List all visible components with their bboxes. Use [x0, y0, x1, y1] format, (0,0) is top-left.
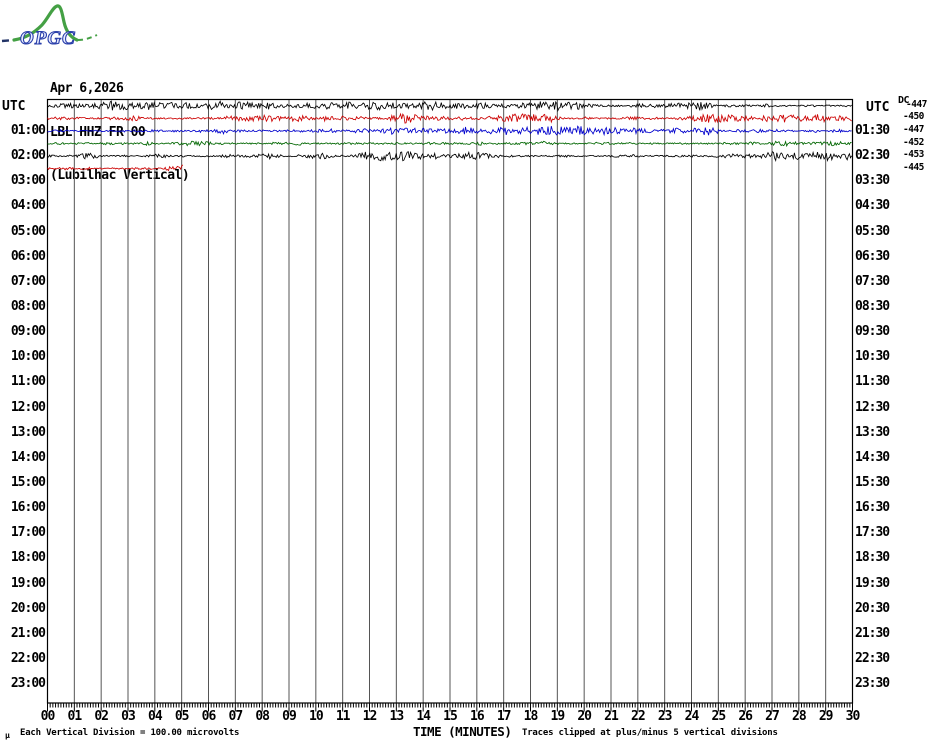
x-tick-label: 26 [738, 709, 753, 724]
minute-gridlines [73, 99, 827, 703]
dc-value: -445 [903, 161, 924, 173]
hour-label-left: 12:00 [10, 399, 46, 415]
hour-label-left: 17:00 [10, 525, 46, 541]
helicorder-plot [46, 98, 854, 712]
clip-note: Traces clipped at plus/minus 5 vertical … [522, 728, 778, 738]
dc-value: -452 [903, 136, 924, 148]
hour-label-left: 06:00 [10, 248, 46, 264]
x-tick-label: 10 [309, 709, 324, 724]
dc-value: -450 [903, 111, 924, 123]
hour-label-left: 03:00 [10, 173, 46, 189]
hour-label-right: 15:30 [855, 474, 890, 490]
x-tick-label: 27 [765, 709, 780, 724]
hour-label-left: 15:00 [10, 474, 46, 490]
dc-value: -447 [903, 123, 924, 135]
micro-symbol: µ [5, 731, 10, 740]
x-tick-label: 07 [228, 709, 244, 724]
hour-label-left: 09:00 [10, 324, 46, 340]
hour-label-right: 12:30 [855, 399, 890, 415]
x-tick-label: 04 [148, 709, 163, 724]
seismic-trace [47, 164, 184, 172]
hour-label-left: 11:00 [10, 374, 46, 390]
hour-label-left: 10:00 [10, 349, 46, 365]
hour-label-right: 22:30 [855, 650, 890, 666]
hour-label-right: 03:30 [855, 173, 890, 189]
x-axis-title: TIME (MINUTES) [413, 724, 512, 739]
x-tick-label: 09 [282, 709, 297, 724]
x-tick-label: 19 [550, 709, 566, 724]
hour-label-right: 08:30 [855, 298, 890, 314]
x-tick-label: 00 [40, 709, 56, 724]
x-tick-label: 20 [577, 709, 592, 724]
hour-label-left: 23:00 [10, 676, 46, 692]
hour-label-left: 18:00 [10, 550, 46, 566]
hour-label-right: 18:30 [855, 550, 890, 566]
hour-label-left: 07:00 [10, 273, 46, 289]
x-tick-label: 05 [174, 709, 190, 724]
hour-label-left: 05:00 [10, 223, 46, 239]
hour-label-right: 23:30 [855, 676, 890, 692]
x-tick-label: 21 [604, 709, 619, 724]
hour-label-right: 05:30 [855, 223, 890, 239]
hour-label-right: 02:30 [855, 148, 890, 164]
hour-label-right: 14:30 [855, 449, 890, 465]
hour-label-right: 10:30 [855, 349, 890, 365]
x-tick-label: 22 [631, 709, 646, 724]
hour-label-left: 02:00 [10, 148, 46, 164]
hour-label-right: 20:30 [855, 600, 890, 616]
x-tick-label: 03 [121, 709, 136, 724]
x-tick-label: 30 [845, 709, 861, 724]
hour-label-left: 20:00 [10, 600, 46, 616]
dc-value: -453 [903, 149, 924, 161]
hour-label-left: 19:00 [10, 575, 46, 591]
hour-label-right: 16:30 [855, 500, 890, 516]
x-tick-label: 28 [792, 709, 807, 724]
hour-label-right: 21:30 [855, 625, 890, 641]
hour-label-right: 09:30 [855, 324, 890, 340]
helicorder-page: { "logo": { "text": "OPGC", "curve_color… [0, 0, 930, 744]
hour-label-right: 19:30 [855, 575, 890, 591]
hour-label-right: 13:30 [855, 424, 890, 440]
hour-label-left: 13:00 [10, 424, 46, 440]
hour-label-left: 22:00 [10, 650, 46, 666]
x-tick-label: 17 [496, 709, 512, 724]
hour-label-left: 08:00 [10, 298, 46, 314]
hour-label-left: 16:00 [10, 500, 46, 516]
x-tick-label: 01 [67, 709, 83, 724]
x-tick-label: 08 [255, 709, 270, 724]
hour-label-left: 21:00 [10, 625, 46, 641]
x-tick-label: 12 [362, 709, 378, 724]
x-tick-label: 16 [470, 709, 485, 724]
x-tick-label: 29 [818, 709, 834, 724]
hour-label-left: 01:00 [10, 122, 46, 138]
scale-note: Each Vertical Division = 100.00 microvol… [20, 728, 240, 738]
x-tick-label: 25 [711, 709, 727, 724]
hour-label-right: 07:30 [855, 273, 890, 289]
hour-label-right: 06:30 [855, 248, 890, 264]
hour-label-left: 14:00 [10, 449, 46, 465]
x-tick-label: 02 [94, 709, 109, 724]
x-tick-label: 18 [523, 709, 539, 724]
dc-value: -447 [906, 98, 927, 110]
x-tick-label: 11 [335, 709, 351, 724]
x-tick-label: 24 [684, 709, 700, 724]
hour-label-left: 04:00 [10, 198, 46, 214]
x-tick-label: 14 [416, 709, 431, 724]
hour-label-right: 01:30 [855, 122, 890, 138]
hour-label-right: 17:30 [855, 525, 890, 541]
hour-label-right: 04:30 [855, 198, 890, 214]
hour-label-right: 11:30 [855, 374, 890, 390]
x-tick-label: 23 [657, 709, 673, 724]
x-tick-label: 13 [389, 709, 405, 724]
x-tick-label: 15 [443, 709, 458, 724]
x-tick-label: 06 [201, 709, 217, 724]
